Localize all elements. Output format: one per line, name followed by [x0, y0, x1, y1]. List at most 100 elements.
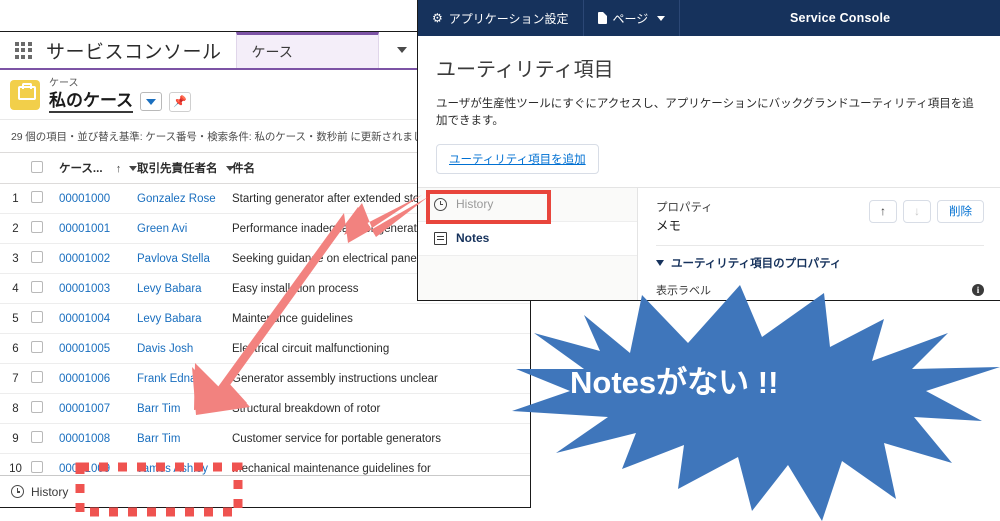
- properties-item-name: メモ: [656, 218, 682, 233]
- case-briefcase-icon: [10, 80, 40, 110]
- add-utility-item-label: ユーティリティ項目を追加: [449, 153, 586, 166]
- case-number-link[interactable]: 00001003: [59, 283, 110, 295]
- row-checkbox[interactable]: [31, 341, 43, 353]
- blue-starburst-annotation: [512, 285, 1000, 521]
- row-checkbox[interactable]: [31, 371, 43, 383]
- properties-section-header[interactable]: ユーティリティ項目のプロパティ: [656, 255, 984, 271]
- pin-icon: 📌: [173, 96, 187, 108]
- case-number-link[interactable]: 00001000: [59, 193, 110, 205]
- screenshot-stage: サービスコンソール ケース ケース 私のケース 📌 29 個の項目・並び替え基準…: [0, 0, 1000, 521]
- utility-item-notes[interactable]: Notes: [418, 221, 637, 256]
- move-up-button[interactable]: ↑: [869, 199, 897, 223]
- list-view-selector-button[interactable]: [140, 92, 163, 111]
- page-title: ユーティリティ項目: [436, 59, 614, 81]
- highlight-box-notes-item: [426, 190, 551, 224]
- cell-case-number[interactable]: 00001004: [59, 303, 137, 334]
- contact-name-link[interactable]: Green Avi: [137, 223, 187, 235]
- cell-case-number[interactable]: 00001006: [59, 363, 137, 394]
- cell-case-number[interactable]: 00001000: [59, 183, 137, 214]
- app-name-label: サービスコンソール: [46, 41, 222, 63]
- row-select-cell[interactable]: [31, 423, 59, 454]
- properties-kicker: プロパティ: [656, 201, 713, 214]
- contact-name-link[interactable]: Frank Edna: [137, 373, 196, 385]
- chevron-down-icon: [396, 47, 407, 53]
- utility-item-label: Notes: [456, 231, 490, 245]
- case-number-link[interactable]: 00001006: [59, 373, 110, 385]
- row-select-cell[interactable]: [31, 213, 59, 244]
- row-number: 5: [0, 303, 31, 334]
- row-checkbox[interactable]: [31, 281, 43, 293]
- table-row[interactable]: 9 00001008 Barr Tim Customer service for po…: [0, 423, 530, 454]
- nav-app-settings-label: アプリケーション設定: [448, 11, 569, 26]
- tab-cases[interactable]: ケース: [235, 32, 379, 68]
- delete-button-label: 削除: [949, 206, 972, 218]
- row-checkbox[interactable]: [31, 401, 43, 413]
- nav-app-settings[interactable]: ⚙ アプリケーション設定: [418, 0, 584, 36]
- case-number-link[interactable]: 00001007: [59, 403, 110, 415]
- cell-case-number[interactable]: 00001005: [59, 333, 137, 364]
- case-number-link[interactable]: 00001008: [59, 433, 110, 445]
- row-select-cell[interactable]: [31, 393, 59, 424]
- setup-app-title: Service Console: [790, 11, 891, 25]
- cell-contact-name[interactable]: Barr Tim: [137, 423, 232, 454]
- arrow-up-icon: ↑: [880, 204, 886, 218]
- cell-case-number[interactable]: 00001002: [59, 243, 137, 274]
- row-number: 2: [0, 213, 31, 244]
- chevron-down-icon: [656, 259, 664, 266]
- row-select-cell[interactable]: [31, 363, 59, 394]
- row-number: 6: [0, 333, 31, 364]
- row-checkbox[interactable]: [31, 311, 43, 323]
- col-subject-label: 件名: [232, 163, 255, 175]
- chevron-down-icon: [146, 98, 157, 105]
- row-checkbox[interactable]: [31, 461, 43, 473]
- cell-case-number[interactable]: 00001007: [59, 393, 137, 424]
- col-case-number[interactable]: ケース... ↑: [59, 153, 138, 184]
- add-utility-item-button[interactable]: ユーティリティ項目を追加: [436, 143, 599, 174]
- dashed-highlight-box: [75, 462, 243, 517]
- page-description: ユーザが生産性ツールにすぐにアクセスし、アプリケーションにバックグランドユーティ…: [436, 98, 974, 128]
- cell-case-number[interactable]: 00001003: [59, 273, 137, 304]
- row-select-cell[interactable]: [31, 303, 59, 334]
- row-checkbox[interactable]: [31, 251, 43, 263]
- case-number-link[interactable]: 00001005: [59, 343, 110, 355]
- row-select-cell[interactable]: [31, 333, 59, 364]
- row-select-cell[interactable]: [31, 243, 59, 274]
- col-select-all[interactable]: [31, 153, 59, 184]
- setup-nav-bar: ⚙ アプリケーション設定 ページ Service Console: [418, 0, 1000, 36]
- contact-name-link[interactable]: Barr Tim: [137, 433, 180, 445]
- select-all-checkbox[interactable]: [31, 160, 43, 173]
- case-number-link[interactable]: 00001004: [59, 313, 110, 325]
- clock-icon: [11, 485, 24, 498]
- row-number: 8: [0, 393, 31, 424]
- document-icon: [597, 12, 607, 24]
- nav-page-label: ページ: [612, 11, 649, 26]
- col-contact-name[interactable]: 取引先責任者名: [137, 153, 234, 184]
- app-launcher-button[interactable]: [0, 32, 46, 68]
- col-row-number: [0, 153, 31, 184]
- row-checkbox[interactable]: [31, 221, 43, 233]
- row-select-cell[interactable]: [31, 183, 59, 214]
- contact-name-link[interactable]: Barr Tim: [137, 403, 180, 415]
- row-select-cell[interactable]: [31, 273, 59, 304]
- delete-button[interactable]: 削除: [937, 199, 984, 223]
- pin-list-button[interactable]: 📌: [169, 91, 192, 112]
- case-number-link[interactable]: 00001001: [59, 223, 110, 235]
- setup-body: ユーティリティ項目 ユーザが生産性ツールにすぐにアクセスし、アプリケーションにバ…: [418, 36, 1000, 300]
- properties-section-title: ユーティリティ項目のプロパティ: [671, 257, 842, 270]
- chevron-down-icon: [657, 15, 666, 21]
- row-checkbox[interactable]: [31, 431, 43, 443]
- row-checkbox[interactable]: [31, 191, 43, 203]
- red-arrow-annotation: [192, 195, 428, 415]
- cell-case-number[interactable]: 00001001: [59, 213, 137, 244]
- utility-bar-history-button[interactable]: History: [31, 485, 68, 499]
- cell-case-number[interactable]: 00001008: [59, 423, 137, 454]
- annotation-text: Notesがない !!: [570, 365, 779, 400]
- contact-name-link[interactable]: Davis Josh: [137, 343, 193, 355]
- row-number: 7: [0, 363, 31, 394]
- nav-page[interactable]: ページ: [584, 0, 681, 36]
- col-case-number-label: ケース...: [59, 163, 103, 175]
- case-number-link[interactable]: 00001002: [59, 253, 110, 265]
- move-down-button[interactable]: ↓: [903, 199, 931, 223]
- list-view-kicker: ケース: [49, 78, 79, 89]
- row-number: 4: [0, 273, 31, 304]
